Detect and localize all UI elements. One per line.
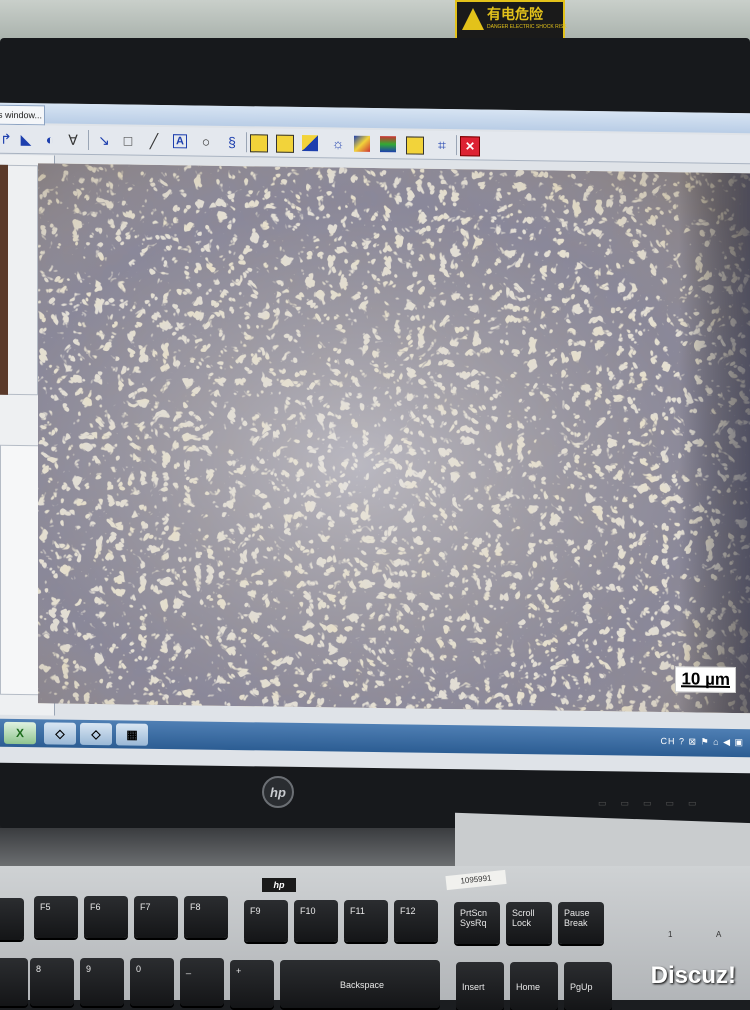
key-prtscn[interactable]: PrtScn SysRq [454,902,500,944]
color-balance-icon[interactable] [354,135,370,152]
spiral-icon[interactable]: § [222,132,242,152]
watermark: Discuz! [650,962,736,989]
key-f10[interactable]: F10 [294,900,338,942]
rectangle-icon[interactable]: □ [118,130,138,150]
image-adjust-icon[interactable] [406,136,424,155]
danger-sign: 有电危险 DANGER ELECTRIC SHOCK RISK [455,0,567,40]
key-scroll-lock[interactable]: Scroll Lock [506,902,552,944]
key-7[interactable] [0,958,28,1006]
key-8[interactable]: 8 [30,958,74,1006]
circle-g-icon[interactable]: ◐ [40,129,60,149]
monitor-screen: s window... ↱ ◣ ◐ ∀ ↘ □ ╱ A ○ § ☼ ⌗ ✕ 10… [0,102,750,774]
toolbar-divider [88,129,89,151]
key-9[interactable]: 9 [80,958,124,1006]
key-f7[interactable]: F7 [134,896,178,938]
key-f8[interactable]: F8 [184,896,228,938]
key-f11[interactable]: F11 [344,900,388,942]
window-tab[interactable]: s window... [0,104,45,126]
line-icon[interactable]: ╱ [144,131,164,151]
key-minus[interactable]: _ [180,958,224,1006]
excel-taskbar-button[interactable]: X [4,721,36,745]
key-f12[interactable]: F12 [394,900,438,942]
key-f4[interactable] [0,898,24,940]
caps-lock-indicator: A [716,930,722,939]
sign-subtitle: DANGER ELECTRIC SHOCK RISK [487,24,567,30]
key-0[interactable]: 0 [130,958,174,1006]
monitor-buttons[interactable]: ▭▭▭▭▭ [598,798,711,809]
white-balance-icon[interactable] [250,134,268,153]
app-taskbar-button[interactable]: ◇ [44,722,76,745]
key-f6[interactable]: F6 [84,896,128,938]
key-pgup[interactable]: PgUp [564,962,612,1010]
brightness-icon[interactable]: ☼ [328,133,348,153]
close-icon[interactable]: ✕ [460,136,480,157]
num-lock-indicator: 1 [668,930,673,939]
sign-title: 有电危险 [487,6,543,22]
key-backspace[interactable]: Backspace [280,960,440,1008]
histogram-icon[interactable] [276,134,294,153]
polygon-icon[interactable]: ◣ [16,129,36,149]
key-plus[interactable]: + [230,960,274,1008]
contrast-icon[interactable] [302,134,318,152]
crop-icon[interactable]: ⌗ [432,135,452,155]
app-taskbar-button[interactable]: ◇ [80,722,112,746]
key-f5[interactable]: F5 [34,896,78,938]
arrow-icon[interactable]: ↱ [0,129,16,149]
key-f9[interactable]: F9 [244,900,288,942]
text-a-icon[interactable]: A [170,131,190,151]
micrograph-texture [38,163,750,714]
toolbar-divider [456,135,457,156]
keyboard-hp-logo: hp [262,878,296,892]
select-arrow-icon[interactable]: ↘ [94,130,114,150]
ellipse-icon[interactable]: ○ [196,132,216,152]
angle-icon[interactable]: ∀ [63,130,83,150]
hp-logo: hp [262,776,294,808]
app-taskbar-button[interactable]: ▦ [116,723,148,746]
layers-icon[interactable] [380,136,396,153]
micrograph-image: 10 µm [38,163,750,714]
scale-bar: 10 µm [675,666,736,694]
key-home[interactable]: Home [510,962,558,1010]
taskbar: X ◇ ◇ ▦ CH ? ⊠ ⚑ ⌂ ◀ ▣ [0,718,750,758]
warning-icon [462,8,484,30]
key-pause[interactable]: Pause Break [558,902,604,944]
thumbnail-image[interactable] [0,164,8,395]
toolbar-divider [246,132,247,153]
system-tray[interactable]: CH ? ⊠ ⚑ ⌂ ◀ ▣ [661,736,744,748]
key-insert[interactable]: Insert [456,962,504,1010]
